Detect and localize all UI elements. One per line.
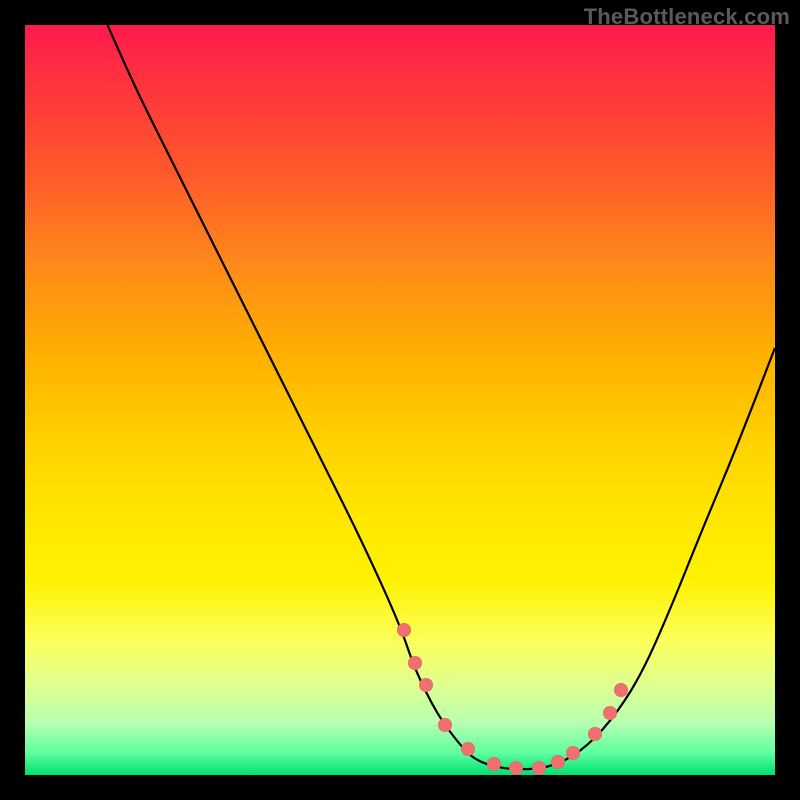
highlight-dot	[397, 623, 411, 637]
highlight-dot	[509, 761, 523, 775]
highlight-dot	[461, 742, 475, 756]
highlight-dot	[614, 683, 628, 697]
highlight-dot	[487, 757, 501, 771]
highlight-dot	[438, 718, 452, 732]
highlight-dot	[603, 706, 617, 720]
highlight-dot	[588, 727, 602, 741]
highlight-dot	[551, 755, 565, 769]
curve-layer	[25, 25, 775, 775]
highlight-dot	[408, 656, 422, 670]
highlight-dot	[532, 761, 546, 775]
bottleneck-curve	[108, 25, 776, 769]
chart-frame: TheBottleneck.com	[0, 0, 800, 800]
plot-area	[25, 25, 775, 775]
highlight-dot	[419, 678, 433, 692]
highlight-dot	[566, 746, 580, 760]
